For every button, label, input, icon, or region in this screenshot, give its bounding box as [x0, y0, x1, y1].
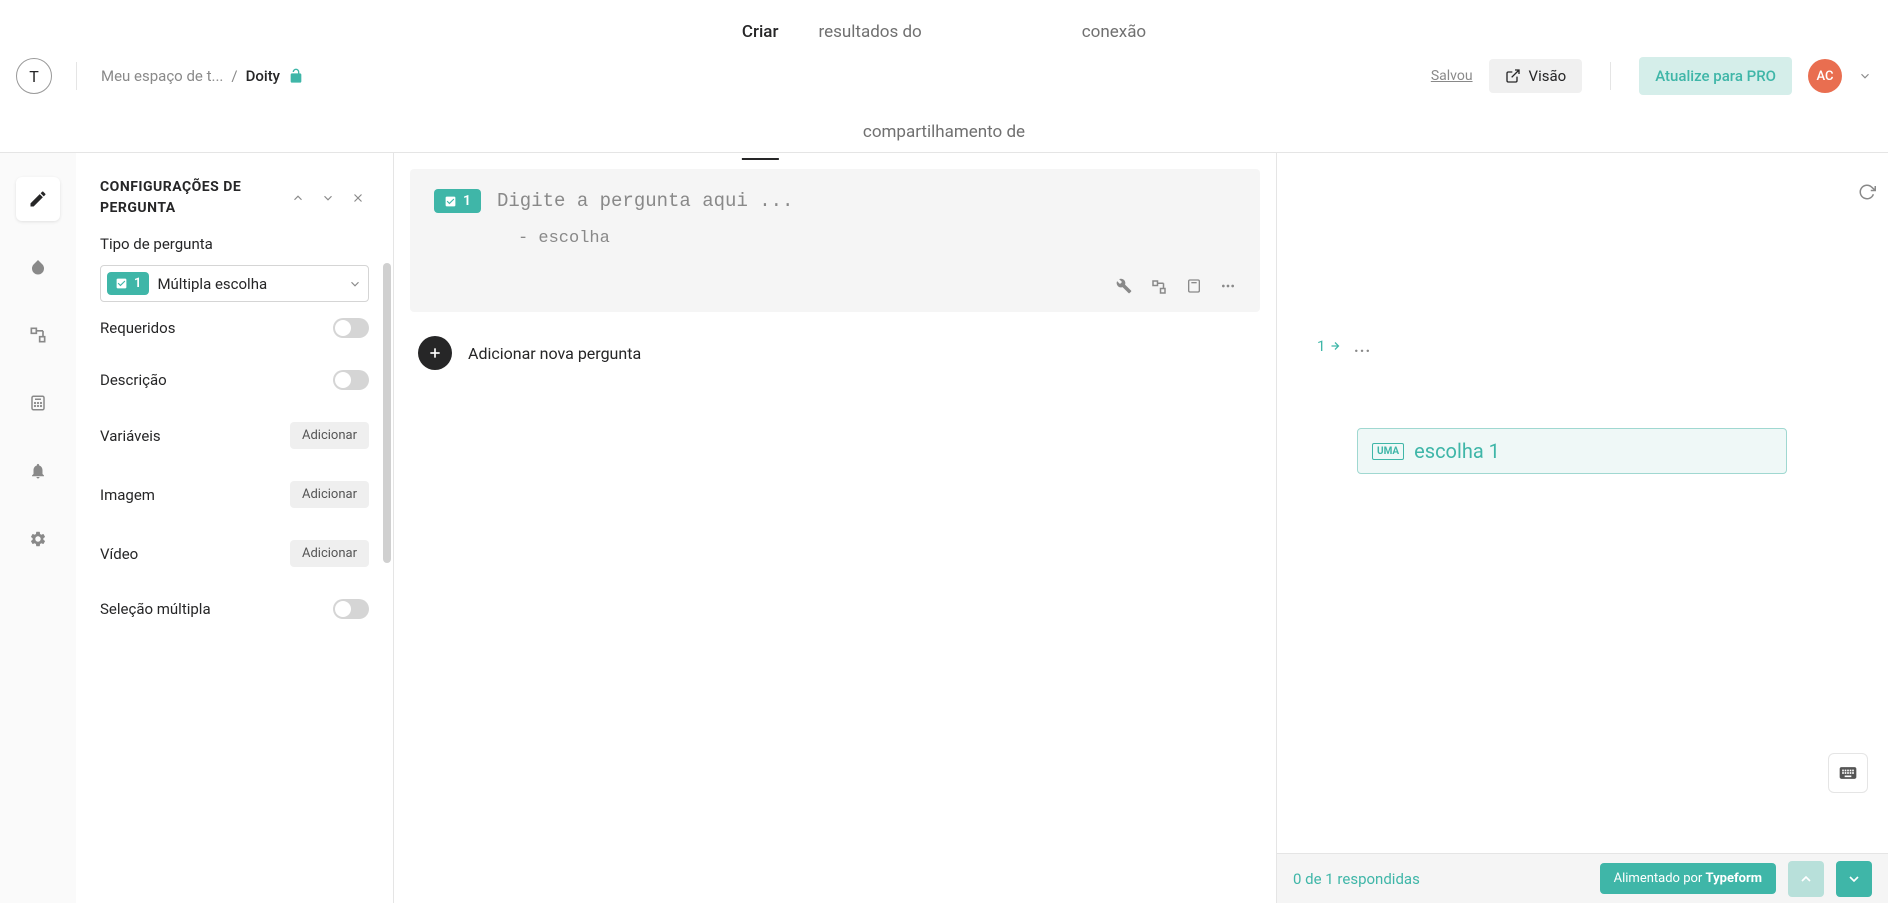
- setting-image-label: Imagem: [100, 486, 155, 504]
- keyboard-icon[interactable]: [1828, 753, 1868, 793]
- breadcrumb-current[interactable]: Doity: [246, 67, 280, 85]
- editor-column: 1 Digite a pergunta aqui ... - escolha A…: [394, 153, 1276, 903]
- collapse-up-icon[interactable]: [287, 187, 309, 209]
- chevron-down-icon: [348, 277, 362, 291]
- multiple-selection-toggle[interactable]: [333, 599, 369, 619]
- calculator-icon[interactable]: [1186, 278, 1202, 296]
- description-toggle[interactable]: [333, 370, 369, 390]
- choice-placeholder[interactable]: - escolha: [518, 229, 1236, 248]
- powered-by-button[interactable]: Alimentado por Typeform: [1600, 863, 1776, 894]
- sidebar-settings-icon[interactable]: [16, 517, 60, 561]
- setting-required-label: Requeridos: [100, 319, 175, 337]
- question-type-select[interactable]: 1 Múltipla escolha: [100, 265, 369, 302]
- logic-icon[interactable]: [1150, 278, 1168, 296]
- preview-footer: 0 de 1 respondidas Alimentado por Typefo…: [1277, 853, 1888, 903]
- sidebar-logic-icon[interactable]: [16, 313, 60, 357]
- progress-text: 0 de 1 respondidas: [1293, 870, 1420, 888]
- sidebar-calculator-icon[interactable]: [16, 381, 60, 425]
- tab-connect[interactable]: conexão: [1082, 22, 1146, 42]
- setting-video-label: Vídeo: [100, 545, 138, 563]
- logo[interactable]: T: [16, 58, 52, 94]
- sidebar-notification-icon[interactable]: [16, 449, 60, 493]
- add-question-button[interactable]: [418, 336, 452, 370]
- external-link-icon: [1505, 68, 1521, 84]
- question-badge: 1: [434, 189, 481, 213]
- required-toggle[interactable]: [333, 318, 369, 338]
- settings-title: CONFIGURAÇÕES DE PERGUNTA: [100, 177, 287, 219]
- tab-create[interactable]: Criar: [742, 22, 779, 42]
- tab-results[interactable]: resultados do: [818, 22, 921, 42]
- breadcrumb: Meu espaço de t... / Doity: [101, 67, 304, 85]
- breadcrumb-separator: /: [231, 67, 237, 85]
- question-block[interactable]: 1 Digite a pergunta aqui ... - escolha: [410, 169, 1260, 312]
- add-question-row[interactable]: Adicionar nova pergunta: [394, 312, 1276, 394]
- saved-status: Salvou: [1431, 68, 1473, 84]
- preview-column: 1 ... UMA escolha 1 0 de 1 respondidas A…: [1276, 153, 1888, 903]
- choice-text: escolha 1: [1414, 439, 1500, 463]
- video-add-button[interactable]: Adicionar: [290, 540, 369, 567]
- wrench-icon[interactable]: [1116, 278, 1132, 296]
- close-icon[interactable]: [347, 187, 369, 209]
- scrollbar[interactable]: [383, 263, 391, 563]
- add-question-label: Adicionar nova pergunta: [468, 344, 641, 363]
- chevron-down-icon[interactable]: [1858, 69, 1872, 83]
- icon-sidebar: [0, 153, 76, 903]
- setting-multiple-selection-label: Seleção múltipla: [100, 600, 211, 618]
- choice-key: UMA: [1372, 443, 1404, 460]
- nav-up-button[interactable]: [1788, 861, 1824, 897]
- lock-icon[interactable]: [288, 68, 304, 84]
- more-icon[interactable]: [1220, 278, 1236, 296]
- avatar[interactable]: AC: [1808, 59, 1842, 93]
- preview-question-number: 1: [1317, 337, 1341, 355]
- upgrade-button[interactable]: Atualize para PRO: [1639, 57, 1792, 95]
- variables-add-button[interactable]: Adicionar: [290, 422, 369, 449]
- settings-panel: CONFIGURAÇÕES DE PERGUNTA Tipo de pergun…: [76, 153, 394, 903]
- preview-button[interactable]: Visão: [1489, 59, 1583, 93]
- divider: [1610, 62, 1611, 90]
- preview-label: Visão: [1529, 67, 1567, 85]
- type-badge: 1: [107, 272, 149, 295]
- preview-choice[interactable]: UMA escolha 1: [1357, 428, 1787, 474]
- type-name: Múltipla escolha: [157, 275, 340, 293]
- breadcrumb-workspace[interactable]: Meu espaço de t...: [101, 67, 223, 85]
- expand-down-icon[interactable]: [317, 187, 339, 209]
- sidebar-question-icon[interactable]: [16, 177, 60, 221]
- image-add-button[interactable]: Adicionar: [290, 481, 369, 508]
- preview-dots: ...: [1353, 333, 1370, 358]
- question-type-label: Tipo de pergunta: [100, 235, 369, 253]
- question-placeholder[interactable]: Digite a pergunta aqui ...: [497, 190, 793, 212]
- nav-down-button[interactable]: [1836, 861, 1872, 897]
- tab-share[interactable]: compartilhamento de: [863, 122, 1025, 142]
- sidebar-design-icon[interactable]: [16, 245, 60, 289]
- divider: [76, 62, 77, 90]
- setting-variables-label: Variáveis: [100, 427, 161, 445]
- setting-description-label: Descrição: [100, 371, 167, 389]
